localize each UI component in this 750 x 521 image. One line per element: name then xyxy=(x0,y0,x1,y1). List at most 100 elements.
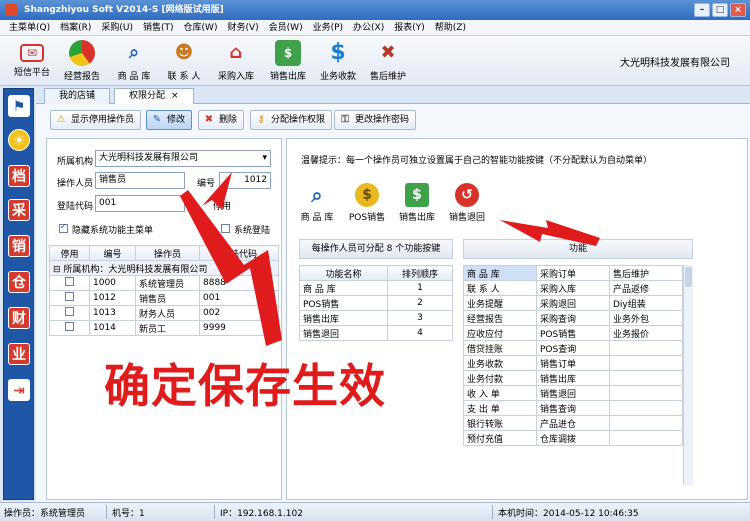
table-row[interactable]: POS销售 2 xyxy=(299,295,453,311)
toolbar-product-button[interactable]: ⌕ 商 品 库 xyxy=(110,38,158,84)
row-disable-checkbox[interactable] xyxy=(65,292,74,301)
func-cell[interactable] xyxy=(609,370,683,386)
func-cell[interactable] xyxy=(609,430,683,446)
table-row[interactable]: 1012 销售员 001 xyxy=(49,290,279,306)
func-cell[interactable]: 借贷挂账 xyxy=(463,340,537,356)
func-product-button[interactable]: ⌕ 商 品 库 xyxy=(293,183,341,223)
func-cell[interactable] xyxy=(609,340,683,356)
table-row[interactable]: 收 入 单销售退回 xyxy=(463,385,683,401)
func-cell[interactable]: 业务报价 xyxy=(609,325,683,341)
lightbulb-icon[interactable]: ☀ xyxy=(8,129,30,151)
func-pos-button[interactable]: $ POS销售 xyxy=(343,183,391,223)
assign-permission-button[interactable]: ⚷ 分配操作权限 xyxy=(250,110,333,130)
func-cell[interactable]: 业务付款 xyxy=(463,370,537,386)
func-cell[interactable]: 采购退回 xyxy=(536,295,610,311)
collapse-icon[interactable]: ⊟ xyxy=(53,265,63,275)
func-list-scrollbar[interactable] xyxy=(683,265,693,485)
func-cell[interactable]: 收 入 单 xyxy=(463,385,537,401)
menu-office[interactable]: 办公(X) xyxy=(348,20,389,35)
col-no[interactable]: 编号 xyxy=(89,245,136,261)
table-row[interactable]: 1014 新员工 9999 xyxy=(49,320,279,336)
func-cell[interactable]: 售后维护 xyxy=(609,265,683,281)
menu-warehouse[interactable]: 仓库(W) xyxy=(179,20,223,35)
sales-quick-icon[interactable]: 销 xyxy=(8,235,30,257)
func-cell[interactable]: 联 系 人 xyxy=(463,280,537,296)
table-row[interactable]: 预付充值 仓库调拨 xyxy=(463,430,683,446)
sys-login-checkbox[interactable] xyxy=(221,224,230,233)
toolbar-sales-out-button[interactable]: $ 销售出库 xyxy=(264,38,312,84)
func-cell[interactable]: 经营报告 xyxy=(463,310,537,326)
row-disable-checkbox[interactable] xyxy=(65,322,74,331)
func-sales-out-button[interactable]: $ 销售出库 xyxy=(393,183,441,223)
cell-order[interactable]: 3 xyxy=(387,310,453,326)
col-code[interactable]: 登陆代码 xyxy=(199,245,279,261)
toolbar-service-button[interactable]: ✖ 售后维护 xyxy=(364,38,412,84)
func-cell[interactable]: 仓库调拨 xyxy=(536,430,610,446)
func-cell[interactable]: 销售退回 xyxy=(536,385,610,401)
toolbar-receipt-button[interactable]: $ 业务收款 xyxy=(314,38,362,84)
maximize-button[interactable]: □ xyxy=(712,3,728,17)
func-cell[interactable]: 产品进仓 xyxy=(536,415,610,431)
toolbar-report-button[interactable]: 经营报告 xyxy=(58,38,106,84)
table-row[interactable]: 支 出 单销售查询 xyxy=(463,400,683,416)
toolbar-purchase-in-button[interactable]: ⌂ 采购入库 xyxy=(212,38,260,84)
func-cell[interactable]: POS查询 xyxy=(536,340,610,356)
toolbar-sms-button[interactable]: ✉ 短信平台 xyxy=(8,38,56,84)
menu-main[interactable]: 主菜单(Q) xyxy=(4,20,55,35)
operator-field[interactable]: 销售员 xyxy=(95,172,185,189)
func-cell[interactable]: 业务收款 xyxy=(463,355,537,371)
func-cell[interactable]: 业务提醒 xyxy=(463,295,537,311)
table-row[interactable]: 应收应付 POS销售 业务报价 xyxy=(463,325,683,341)
table-row[interactable]: 业务提醒 采购退回 Diy组装 xyxy=(463,295,683,311)
purchase-quick-icon[interactable]: 采 xyxy=(8,199,30,221)
warehouse-quick-icon[interactable]: 仓 xyxy=(8,271,30,293)
table-row[interactable]: 销售出库 3 xyxy=(299,310,453,326)
menu-business[interactable]: 业务(P) xyxy=(308,20,348,35)
menu-sales[interactable]: 销售(T) xyxy=(138,20,179,35)
cell-order[interactable]: 4 xyxy=(387,325,453,341)
table-row[interactable]: 业务付款 销售出库 xyxy=(463,370,683,386)
close-button[interactable]: × xyxy=(730,3,746,17)
no-field[interactable]: 1012 xyxy=(219,172,271,189)
func-cell[interactable]: 销售出库 xyxy=(536,370,610,386)
delete-button[interactable]: ✖ 删除 xyxy=(198,110,245,130)
func-sales-return-button[interactable]: ↺ 销售退回 xyxy=(443,183,491,223)
col-func-name[interactable]: 功能名称 xyxy=(299,265,388,281)
tab-permissions[interactable]: 权限分配 × xyxy=(114,88,194,104)
func-cell[interactable] xyxy=(609,355,683,371)
cell-order[interactable]: 1 xyxy=(387,280,453,296)
business-quick-icon[interactable]: 业 xyxy=(8,343,30,365)
exit-icon[interactable]: ⇥ xyxy=(8,379,30,401)
func-cell[interactable] xyxy=(609,385,683,401)
menu-reports[interactable]: 报表(Y) xyxy=(389,20,430,35)
func-cell[interactable]: 预付充值 xyxy=(463,430,537,446)
change-password-button[interactable]: ⚿ 更改操作密码 xyxy=(334,110,417,130)
func-cell[interactable]: 产品返修 xyxy=(609,280,683,296)
table-row[interactable]: 1013 财务人员 002 xyxy=(49,305,279,321)
func-cell[interactable]: 采购查询 xyxy=(536,310,610,326)
table-row[interactable]: 1000 系统管理员 8888 xyxy=(49,275,279,291)
func-cell[interactable]: 应收应付 xyxy=(463,325,537,341)
table-row[interactable]: 经营报告 采购查询 业务外包 xyxy=(463,310,683,326)
func-cell[interactable]: 销售查询 xyxy=(536,400,610,416)
table-row[interactable]: 商 品 库采购订单 售后维护 xyxy=(463,265,683,281)
finance-quick-icon[interactable]: 财 xyxy=(8,307,30,329)
toolbar-contact-button[interactable]: ☻ 联 系 人 xyxy=(160,38,208,84)
func-cell[interactable]: 支 出 单 xyxy=(463,400,537,416)
show-disabled-button[interactable]: ⚠ 显示停用操作员 xyxy=(50,110,142,130)
group-row[interactable]: ⊟ 所属机构：大光明科技发展有限公司 xyxy=(49,260,279,276)
org-select[interactable]: 大光明科技发展有限公司 ▾ xyxy=(95,150,271,167)
table-row[interactable]: 借贷挂账 POS查询 xyxy=(463,340,683,356)
col-name[interactable]: 操作员 xyxy=(135,245,200,261)
row-disable-checkbox[interactable] xyxy=(65,277,74,286)
col-disabled[interactable]: 停用 xyxy=(49,245,90,261)
func-cell[interactable]: 银行转账 xyxy=(463,415,537,431)
scroll-thumb[interactable] xyxy=(685,267,692,287)
table-row[interactable]: 销售退回 4 xyxy=(299,325,453,341)
hide-menu-checkbox[interactable] xyxy=(59,222,68,233)
table-row[interactable]: 银行转账 产品进仓 xyxy=(463,415,683,431)
login-code-field[interactable]: 001 xyxy=(95,195,185,212)
func-cell[interactable]: Diy组装 xyxy=(609,295,683,311)
close-icon[interactable]: × xyxy=(171,91,179,101)
archive-quick-icon[interactable]: 档 xyxy=(8,165,30,187)
